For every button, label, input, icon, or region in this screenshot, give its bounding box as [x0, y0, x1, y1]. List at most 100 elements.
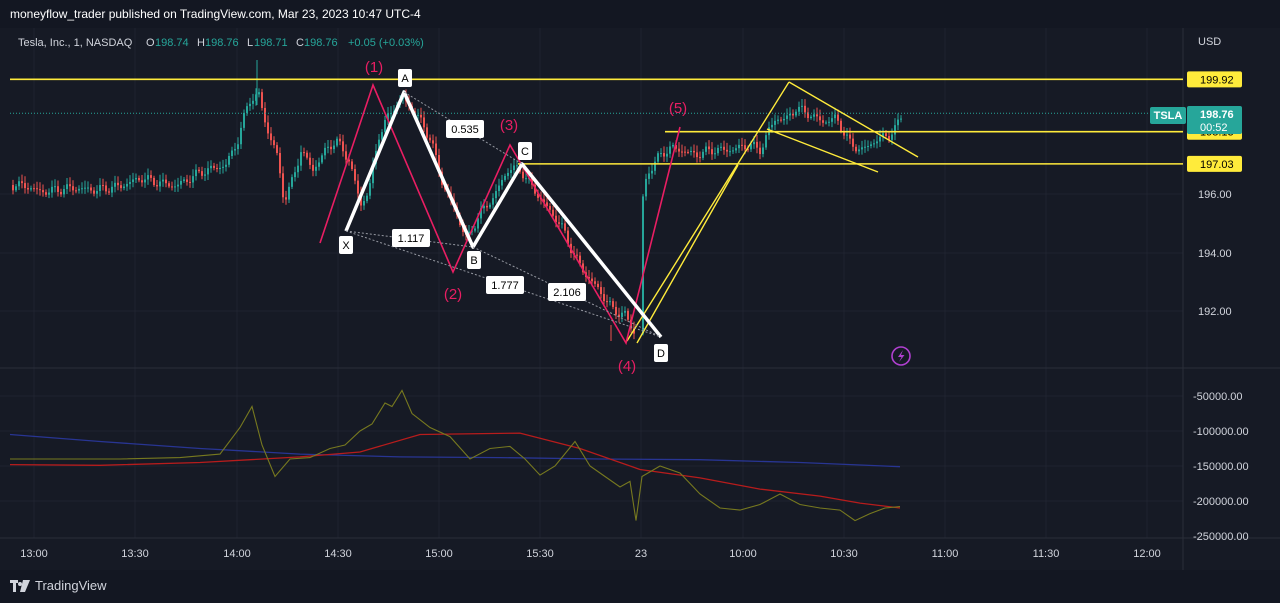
candle-body: [510, 170, 512, 173]
time-tick: 11:30: [1033, 548, 1060, 560]
indicator-axis[interactable]: -50000.00 -100000.00 -150000.00 -200000.…: [1193, 391, 1249, 543]
candle-body: [828, 121, 830, 123]
indicator-blue-line: [9, 433, 901, 468]
horizontal-levels[interactable]: 199.92198.13197.03: [10, 71, 1242, 172]
time-tick: 10:30: [830, 548, 858, 560]
candle-body: [195, 169, 197, 177]
candle-body: [69, 184, 71, 187]
candle-body: [771, 124, 773, 128]
candle-body: [15, 186, 17, 191]
candle-body: [90, 187, 92, 191]
candle-body: [42, 190, 44, 193]
candle-body: [135, 177, 137, 180]
candle-body: [126, 183, 128, 187]
candles[interactable]: [10, 60, 1183, 341]
candle-body: [783, 118, 785, 121]
candle-body: [822, 120, 824, 123]
candle-body: [606, 301, 608, 303]
candle-body: [744, 145, 746, 150]
candle-body: [213, 165, 215, 168]
ratio-label: 2.106: [553, 287, 581, 299]
time-tick: 14:30: [324, 548, 352, 560]
candle-body: [300, 152, 302, 166]
candle-body: [63, 189, 65, 195]
candle-body: [516, 165, 518, 167]
level-label: 199.92: [1200, 74, 1234, 86]
candle-body: [117, 182, 119, 186]
ratio-label: 1.777: [491, 280, 519, 292]
candle-body: [504, 175, 506, 180]
price-tick: 192.00: [1198, 306, 1232, 318]
legend-open-value: 198.74: [155, 37, 189, 49]
time-tick: 15:30: [526, 548, 554, 560]
flash-icon[interactable]: [891, 346, 911, 366]
candle-body: [654, 161, 656, 171]
candle-body: [876, 141, 878, 144]
legend-symbol[interactable]: Tesla, Inc., 1, NASDAQ: [18, 37, 133, 49]
candle-body: [684, 151, 686, 153]
candle-body: [321, 155, 323, 163]
candle-body: [894, 125, 896, 135]
price-axis[interactable]: 196.00 194.00 192.00: [1198, 189, 1232, 318]
pattern-point-label: C: [521, 146, 529, 158]
candle-body: [525, 178, 527, 180]
time-tick: 15:00: [425, 548, 453, 560]
candle-body: [132, 179, 134, 183]
time-axis[interactable]: 13:00 13:30 14:00 14:30 15:00 15:30 23 1…: [20, 548, 1161, 560]
candle-body: [201, 171, 203, 176]
candle-body: [99, 185, 101, 191]
candle-body: [696, 152, 698, 158]
chart-svg[interactable]: Tesla, Inc., 1, NASDAQ O 198.74 H 198.76…: [0, 0, 1280, 570]
candle-body: [249, 103, 251, 107]
candle-body: [207, 168, 209, 175]
candle-body: [426, 127, 428, 138]
candle-body: [234, 149, 236, 151]
candle-body: [708, 146, 710, 150]
candle-body: [366, 195, 368, 202]
candle-body: [282, 173, 284, 198]
candle-body: [180, 180, 182, 185]
candle-body: [432, 140, 434, 144]
candle-body: [315, 166, 317, 171]
candle-body: [306, 152, 308, 158]
candle-body: [45, 192, 47, 195]
candle-body: [705, 146, 707, 152]
candle-body: [591, 278, 593, 282]
indicator-tick: -150000.00: [1193, 461, 1249, 473]
candle-body: [108, 191, 110, 193]
candle-body: [816, 114, 818, 117]
candle-body: [621, 312, 623, 317]
candle-body: [417, 114, 419, 116]
pattern-point-label: A: [401, 73, 409, 85]
candle-body: [804, 105, 806, 113]
indicator-tick: -200000.00: [1193, 496, 1249, 508]
candle-body: [549, 206, 551, 210]
candle-body: [522, 171, 524, 179]
candle-body: [558, 222, 560, 224]
level-label: 197.03: [1200, 159, 1234, 171]
candle-body: [198, 169, 200, 172]
candle-body: [429, 137, 431, 141]
legend-open-label: O: [146, 37, 155, 49]
candle-body: [171, 186, 173, 188]
candle-body: [498, 185, 500, 192]
candle-body: [780, 119, 782, 121]
candle-body: [336, 138, 338, 146]
candle-body: [801, 105, 803, 107]
last-price-symbol: TSLA: [1154, 110, 1183, 122]
candle-body: [837, 114, 839, 121]
candle-body: [753, 141, 755, 145]
tradingview-logo[interactable]: TradingView: [10, 578, 107, 593]
candle-body: [228, 156, 230, 165]
legend-change: +0.05 (+0.03%): [348, 37, 424, 49]
candle-body: [309, 157, 311, 165]
candle-body: [279, 153, 281, 174]
candle-body: [330, 146, 332, 150]
candle-body: [717, 147, 719, 154]
candle-body: [114, 182, 116, 187]
candle-body: [342, 141, 344, 152]
candle-body: [93, 190, 95, 194]
candle-body: [552, 209, 554, 216]
candle-body: [819, 116, 821, 121]
candle-body: [33, 188, 35, 190]
